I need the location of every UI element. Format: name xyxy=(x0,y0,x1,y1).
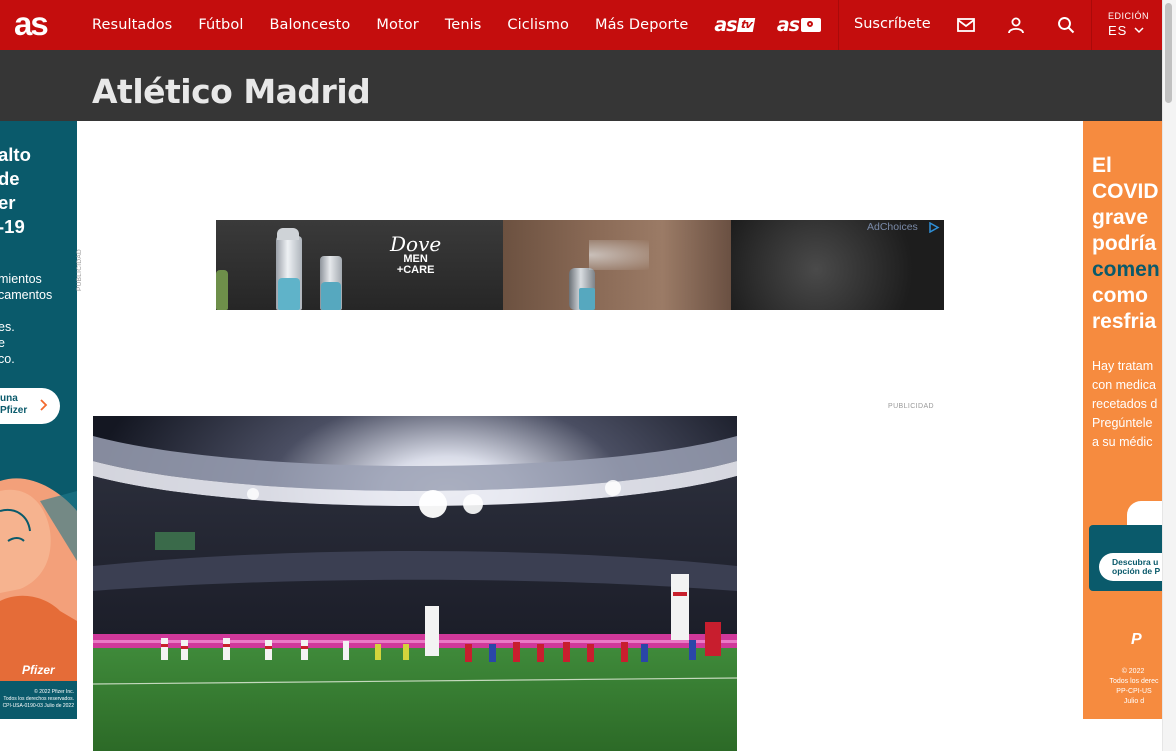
search-icon[interactable] xyxy=(1056,15,1076,35)
publicidad-label-vertical: PUBLICIDAD xyxy=(76,248,83,291)
right-skyscraper-ad[interactable]: El COVID grave podría comen como resfria… xyxy=(1083,121,1162,719)
camera-icon xyxy=(801,18,822,32)
chevron-down-icon[interactable] xyxy=(1134,26,1144,34)
ad-cta-label: Descubra u opción de P xyxy=(1112,557,1161,576)
ad-illustration xyxy=(0,478,77,681)
pfizer-logo-mark: P xyxy=(1131,631,1142,648)
adchoices-icon[interactable] xyxy=(928,222,940,233)
banner-panel-spray xyxy=(503,220,731,310)
edition-label: EDICIÓN xyxy=(1108,11,1150,21)
ad-headline-part-1: El COVID grave podría xyxy=(1092,154,1159,255)
as-logo[interactable]: as xyxy=(14,7,49,41)
subscribe-link[interactable]: Suscríbete xyxy=(854,16,931,32)
spray-can-label xyxy=(579,288,595,310)
ad-legal-text: © 2022 Pfizer Inc. Todos los derechos re… xyxy=(2,689,74,709)
nav-item-motor[interactable]: Motor xyxy=(376,17,418,33)
as-tv-link[interactable]: as tv xyxy=(714,14,757,36)
product-can-label xyxy=(321,282,341,310)
leaderboard-banner-ad[interactable]: Dove MEN +CARE xyxy=(216,220,944,310)
ad-headline-accent: comen xyxy=(1092,258,1160,281)
nav-item-baloncesto[interactable]: Baloncesto xyxy=(269,17,350,33)
banner-panel-products: Dove MEN +CARE xyxy=(216,220,503,310)
as-tv-wordmark: as xyxy=(714,14,737,36)
adchoices-label[interactable]: AdChoices xyxy=(867,221,918,233)
scrollbar-track[interactable] xyxy=(1162,0,1176,751)
dove-wordmark: Dove xyxy=(390,232,442,256)
ad-body-text: mientos camentos es. e co. xyxy=(0,272,53,366)
dove-men-care-logo: Dove MEN +CARE xyxy=(390,234,441,276)
top-navigation-bar: as Resultados Fútbol Baloncesto Motor Te… xyxy=(0,0,1162,50)
pfizer-logo: Pfizer xyxy=(22,663,55,677)
nav-item-ciclismo[interactable]: Ciclismo xyxy=(507,17,569,33)
ad-headline: El COVID grave podría comen como resfria xyxy=(1092,153,1160,335)
user-icon[interactable] xyxy=(1006,15,1026,35)
stadium-photo[interactable] xyxy=(93,416,737,751)
section-title-band: Atlético Madrid xyxy=(0,50,1162,121)
product-can-cap xyxy=(277,228,299,240)
nav-item-tenis[interactable]: Tenis xyxy=(445,17,482,33)
ad-headline-part-2: como resfria xyxy=(1092,284,1157,333)
as-photo-wordmark: as xyxy=(776,14,800,36)
mail-icon[interactable] xyxy=(956,15,976,35)
as-photo-link[interactable]: as xyxy=(776,14,822,36)
main-nav: Resultados Fútbol Baloncesto Motor Tenis… xyxy=(92,0,843,50)
tv-badge: tv xyxy=(737,18,757,32)
publicidad-label: PUBLICIDAD xyxy=(888,403,935,410)
stadium-image xyxy=(93,416,737,751)
left-skyscraper-ad[interactable]: alto de er -19 mientos camentos es. e co… xyxy=(0,121,77,719)
nav-item-mas-deporte[interactable]: Más Deporte xyxy=(595,17,688,33)
men-care-wordmark: MEN +CARE xyxy=(396,253,435,276)
page-title: Atlético Madrid xyxy=(92,72,371,111)
ad-body-text: Hay tratam con medica recetados d Pregún… xyxy=(1092,359,1158,449)
ad-headline: alto de er -19 xyxy=(0,144,31,237)
spray-mist xyxy=(589,240,649,270)
scrollbar-thumb[interactable] xyxy=(1165,3,1172,103)
ad-legal-text: © 2022 Todos los derec PP-CPI-US Julio d xyxy=(1109,668,1159,705)
nav-divider xyxy=(838,0,839,50)
nav-divider-edition xyxy=(1091,0,1092,50)
edition-selector[interactable]: ES xyxy=(1108,23,1127,38)
product-can xyxy=(216,270,228,310)
nav-item-futbol[interactable]: Fútbol xyxy=(198,17,243,33)
product-can-label xyxy=(278,278,300,310)
nav-item-resultados[interactable]: Resultados xyxy=(92,17,172,33)
chevron-right-icon xyxy=(40,399,48,411)
banner-panel-dark xyxy=(731,220,944,310)
ad-cta-label: una Pfizer xyxy=(0,393,28,416)
